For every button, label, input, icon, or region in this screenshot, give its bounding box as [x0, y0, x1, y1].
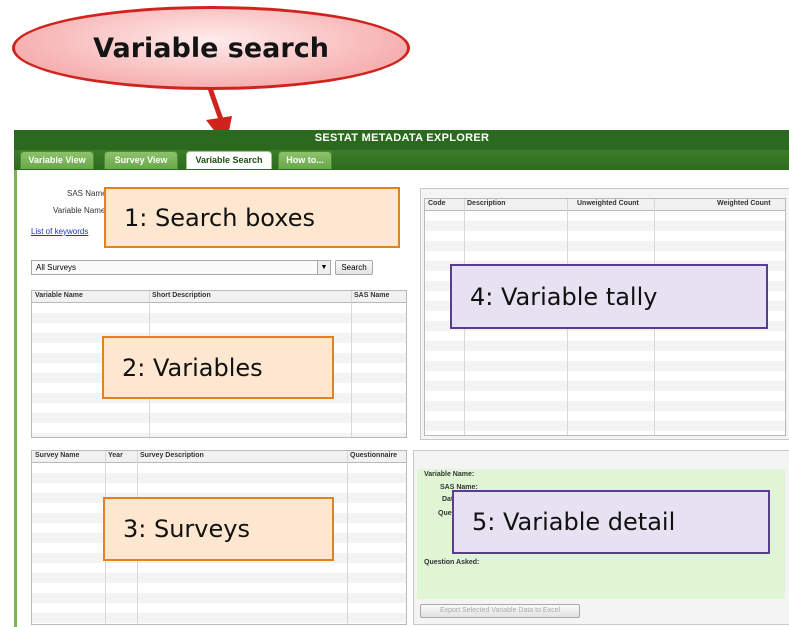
overlay-variable-detail: 5: Variable detail	[452, 490, 770, 554]
variables-grid-header: Variable Name Short Description SAS Name	[32, 291, 406, 303]
col-survey-name[interactable]: Survey Name	[35, 452, 79, 459]
col-short-description[interactable]: Short Description	[152, 292, 211, 299]
col-year[interactable]: Year	[108, 452, 123, 459]
keywords-link[interactable]: List of keywords	[31, 227, 88, 236]
sas-name-label: SAS Name	[67, 189, 107, 198]
overlay-search-boxes: 1: Search boxes	[104, 187, 400, 248]
overlay-surveys: 3: Surveys	[103, 497, 334, 561]
variable-name-label: Variable Name	[53, 206, 106, 215]
export-excel-button[interactable]: Export Selected Variable Data to Excel	[420, 604, 580, 618]
survey-select[interactable]: All Surveys ▼	[31, 260, 331, 275]
surveys-grid-header: Survey Name Year Survey Description Ques…	[32, 451, 406, 463]
col-description[interactable]: Description	[467, 200, 506, 207]
tab-survey-view[interactable]: Survey View	[104, 151, 178, 169]
col-survey-description[interactable]: Survey Description	[140, 452, 204, 459]
tab-variable-view[interactable]: Variable View	[20, 151, 94, 169]
overlay-variable-tally: 4: Variable tally	[450, 264, 768, 329]
chevron-down-icon[interactable]: ▼	[317, 261, 330, 274]
col-weighted-count[interactable]: Weighted Count	[717, 200, 771, 207]
overlay-variables: 2: Variables	[102, 336, 334, 399]
tab-how-to[interactable]: How to...	[278, 151, 332, 169]
detail-variable-name-label: Variable Name:	[424, 471, 475, 478]
search-button[interactable]: Search	[335, 260, 373, 275]
survey-select-value: All Surveys	[36, 263, 77, 272]
col-sas-name[interactable]: SAS Name	[354, 292, 389, 299]
tab-bar: Variable View Survey View Variable Searc…	[14, 150, 789, 170]
tab-variable-search[interactable]: Variable Search	[186, 151, 272, 169]
app-title: SESTAT METADATA EXPLORER	[14, 130, 789, 150]
col-questionnaire[interactable]: Questionnaire	[350, 452, 397, 459]
col-unweighted-count[interactable]: Unweighted Count	[577, 200, 639, 207]
callout-variable-search: Variable search	[12, 6, 410, 90]
col-code[interactable]: Code	[428, 200, 446, 207]
col-variable-name[interactable]: Variable Name	[35, 292, 83, 299]
detail-question-asked-label: Question Asked:	[424, 559, 480, 566]
tally-grid-header: Code Description Unweighted Count Weight…	[425, 199, 785, 211]
callout-title: Variable search	[93, 32, 329, 64]
